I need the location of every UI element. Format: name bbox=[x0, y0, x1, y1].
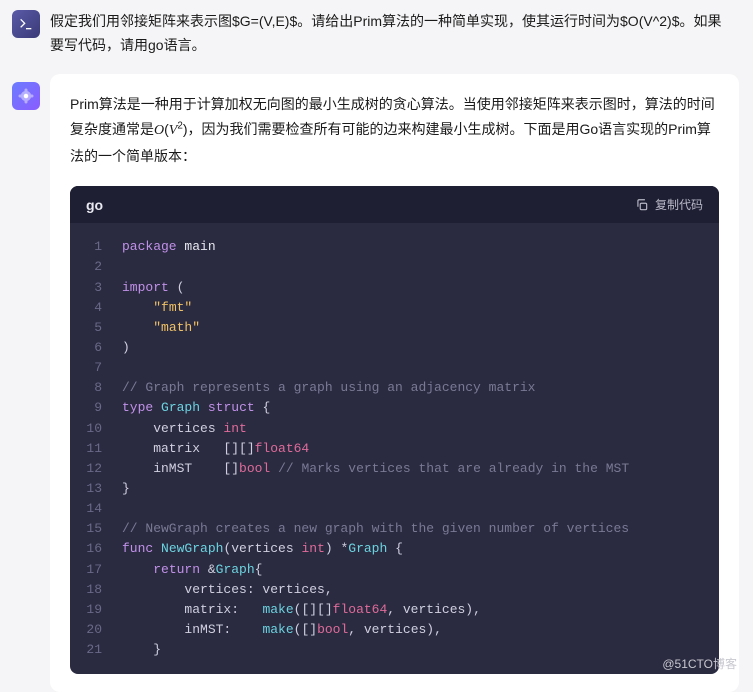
line-number: 4 bbox=[70, 298, 114, 318]
math-exp: 2 bbox=[177, 121, 182, 132]
line-number: 12 bbox=[70, 459, 114, 479]
question-row: 假定我们用邻接矩阵来表示图$G=(V,E)$。请给出Prim算法的一种简单实现，… bbox=[0, 0, 753, 66]
line-number: 3 bbox=[70, 278, 114, 298]
line-number: 21 bbox=[70, 640, 114, 660]
code-line: // NewGraph creates a new graph with the… bbox=[122, 519, 703, 539]
code-line: // Graph represents a graph using an adj… bbox=[122, 378, 703, 398]
line-number: 18 bbox=[70, 580, 114, 600]
line-number: 15 bbox=[70, 519, 114, 539]
code-line: func NewGraph(vertices int) *Graph { bbox=[122, 539, 703, 559]
code-line: return &Graph{ bbox=[122, 560, 703, 580]
code-line bbox=[122, 358, 703, 378]
line-numbers: 123456789101112131415161718192021 bbox=[70, 223, 114, 674]
code-language-label: go bbox=[86, 197, 103, 213]
code-line: vertices int bbox=[122, 419, 703, 439]
ai-avatar bbox=[12, 82, 40, 110]
copy-code-button[interactable]: 复制代码 bbox=[635, 196, 703, 213]
answer-text: Prim算法是一种用于计算加权无向图的最小生成树的贪心算法。当使用邻接矩阵来表示… bbox=[70, 92, 719, 171]
code-body: 123456789101112131415161718192021 packag… bbox=[70, 223, 719, 674]
code-line: "math" bbox=[122, 318, 703, 338]
terminal-icon bbox=[18, 16, 34, 32]
watermark: @51CTO博客 bbox=[662, 655, 737, 672]
line-number: 11 bbox=[70, 439, 114, 459]
line-number: 19 bbox=[70, 600, 114, 620]
line-number: 6 bbox=[70, 338, 114, 358]
line-number: 5 bbox=[70, 318, 114, 338]
code-line bbox=[122, 257, 703, 277]
code-line: type Graph struct { bbox=[122, 398, 703, 418]
code-line: "fmt" bbox=[122, 298, 703, 318]
answer-card: Prim算法是一种用于计算加权无向图的最小生成树的贪心算法。当使用邻接矩阵来表示… bbox=[50, 74, 739, 692]
copy-icon bbox=[635, 198, 649, 212]
code-line: package main bbox=[122, 237, 703, 257]
line-number: 20 bbox=[70, 620, 114, 640]
code-line: matrix [][]float64 bbox=[122, 439, 703, 459]
line-number: 16 bbox=[70, 539, 114, 559]
code-line: vertices: vertices, bbox=[122, 580, 703, 600]
code-header: go 复制代码 bbox=[70, 186, 719, 223]
line-number: 2 bbox=[70, 257, 114, 277]
user-avatar bbox=[12, 10, 40, 38]
line-number: 10 bbox=[70, 419, 114, 439]
ai-logo-icon bbox=[17, 87, 35, 105]
line-number: 8 bbox=[70, 378, 114, 398]
line-number: 17 bbox=[70, 560, 114, 580]
code-line: inMST []bool // Marks vertices that are … bbox=[122, 459, 703, 479]
line-number: 1 bbox=[70, 237, 114, 257]
code-line bbox=[122, 499, 703, 519]
code-line: matrix: make([][]float64, vertices), bbox=[122, 600, 703, 620]
math-O: O bbox=[154, 123, 164, 138]
code-line: } bbox=[122, 640, 703, 660]
answer-text-suffix: ，因为我们需要检查所有可能的边来构建最小生成树。下面是用Go语言实现的Prim算… bbox=[70, 121, 711, 164]
line-number: 14 bbox=[70, 499, 114, 519]
question-text: 假定我们用邻接矩阵来表示图$G=(V,E)$。请给出Prim算法的一种简单实现，… bbox=[50, 10, 735, 58]
line-number: 7 bbox=[70, 358, 114, 378]
line-number: 9 bbox=[70, 398, 114, 418]
copy-code-label: 复制代码 bbox=[655, 196, 703, 213]
answer-row: Prim算法是一种用于计算加权无向图的最小生成树的贪心算法。当使用邻接矩阵来表示… bbox=[0, 66, 753, 692]
code-line: } bbox=[122, 479, 703, 499]
code-block: go 复制代码 12345678910111213141516171819202… bbox=[70, 186, 719, 674]
code-line: ) bbox=[122, 338, 703, 358]
code-content[interactable]: package main import ( "fmt" "math") // G… bbox=[114, 223, 719, 674]
line-number: 13 bbox=[70, 479, 114, 499]
code-line: inMST: make([]bool, vertices), bbox=[122, 620, 703, 640]
code-line: import ( bbox=[122, 278, 703, 298]
